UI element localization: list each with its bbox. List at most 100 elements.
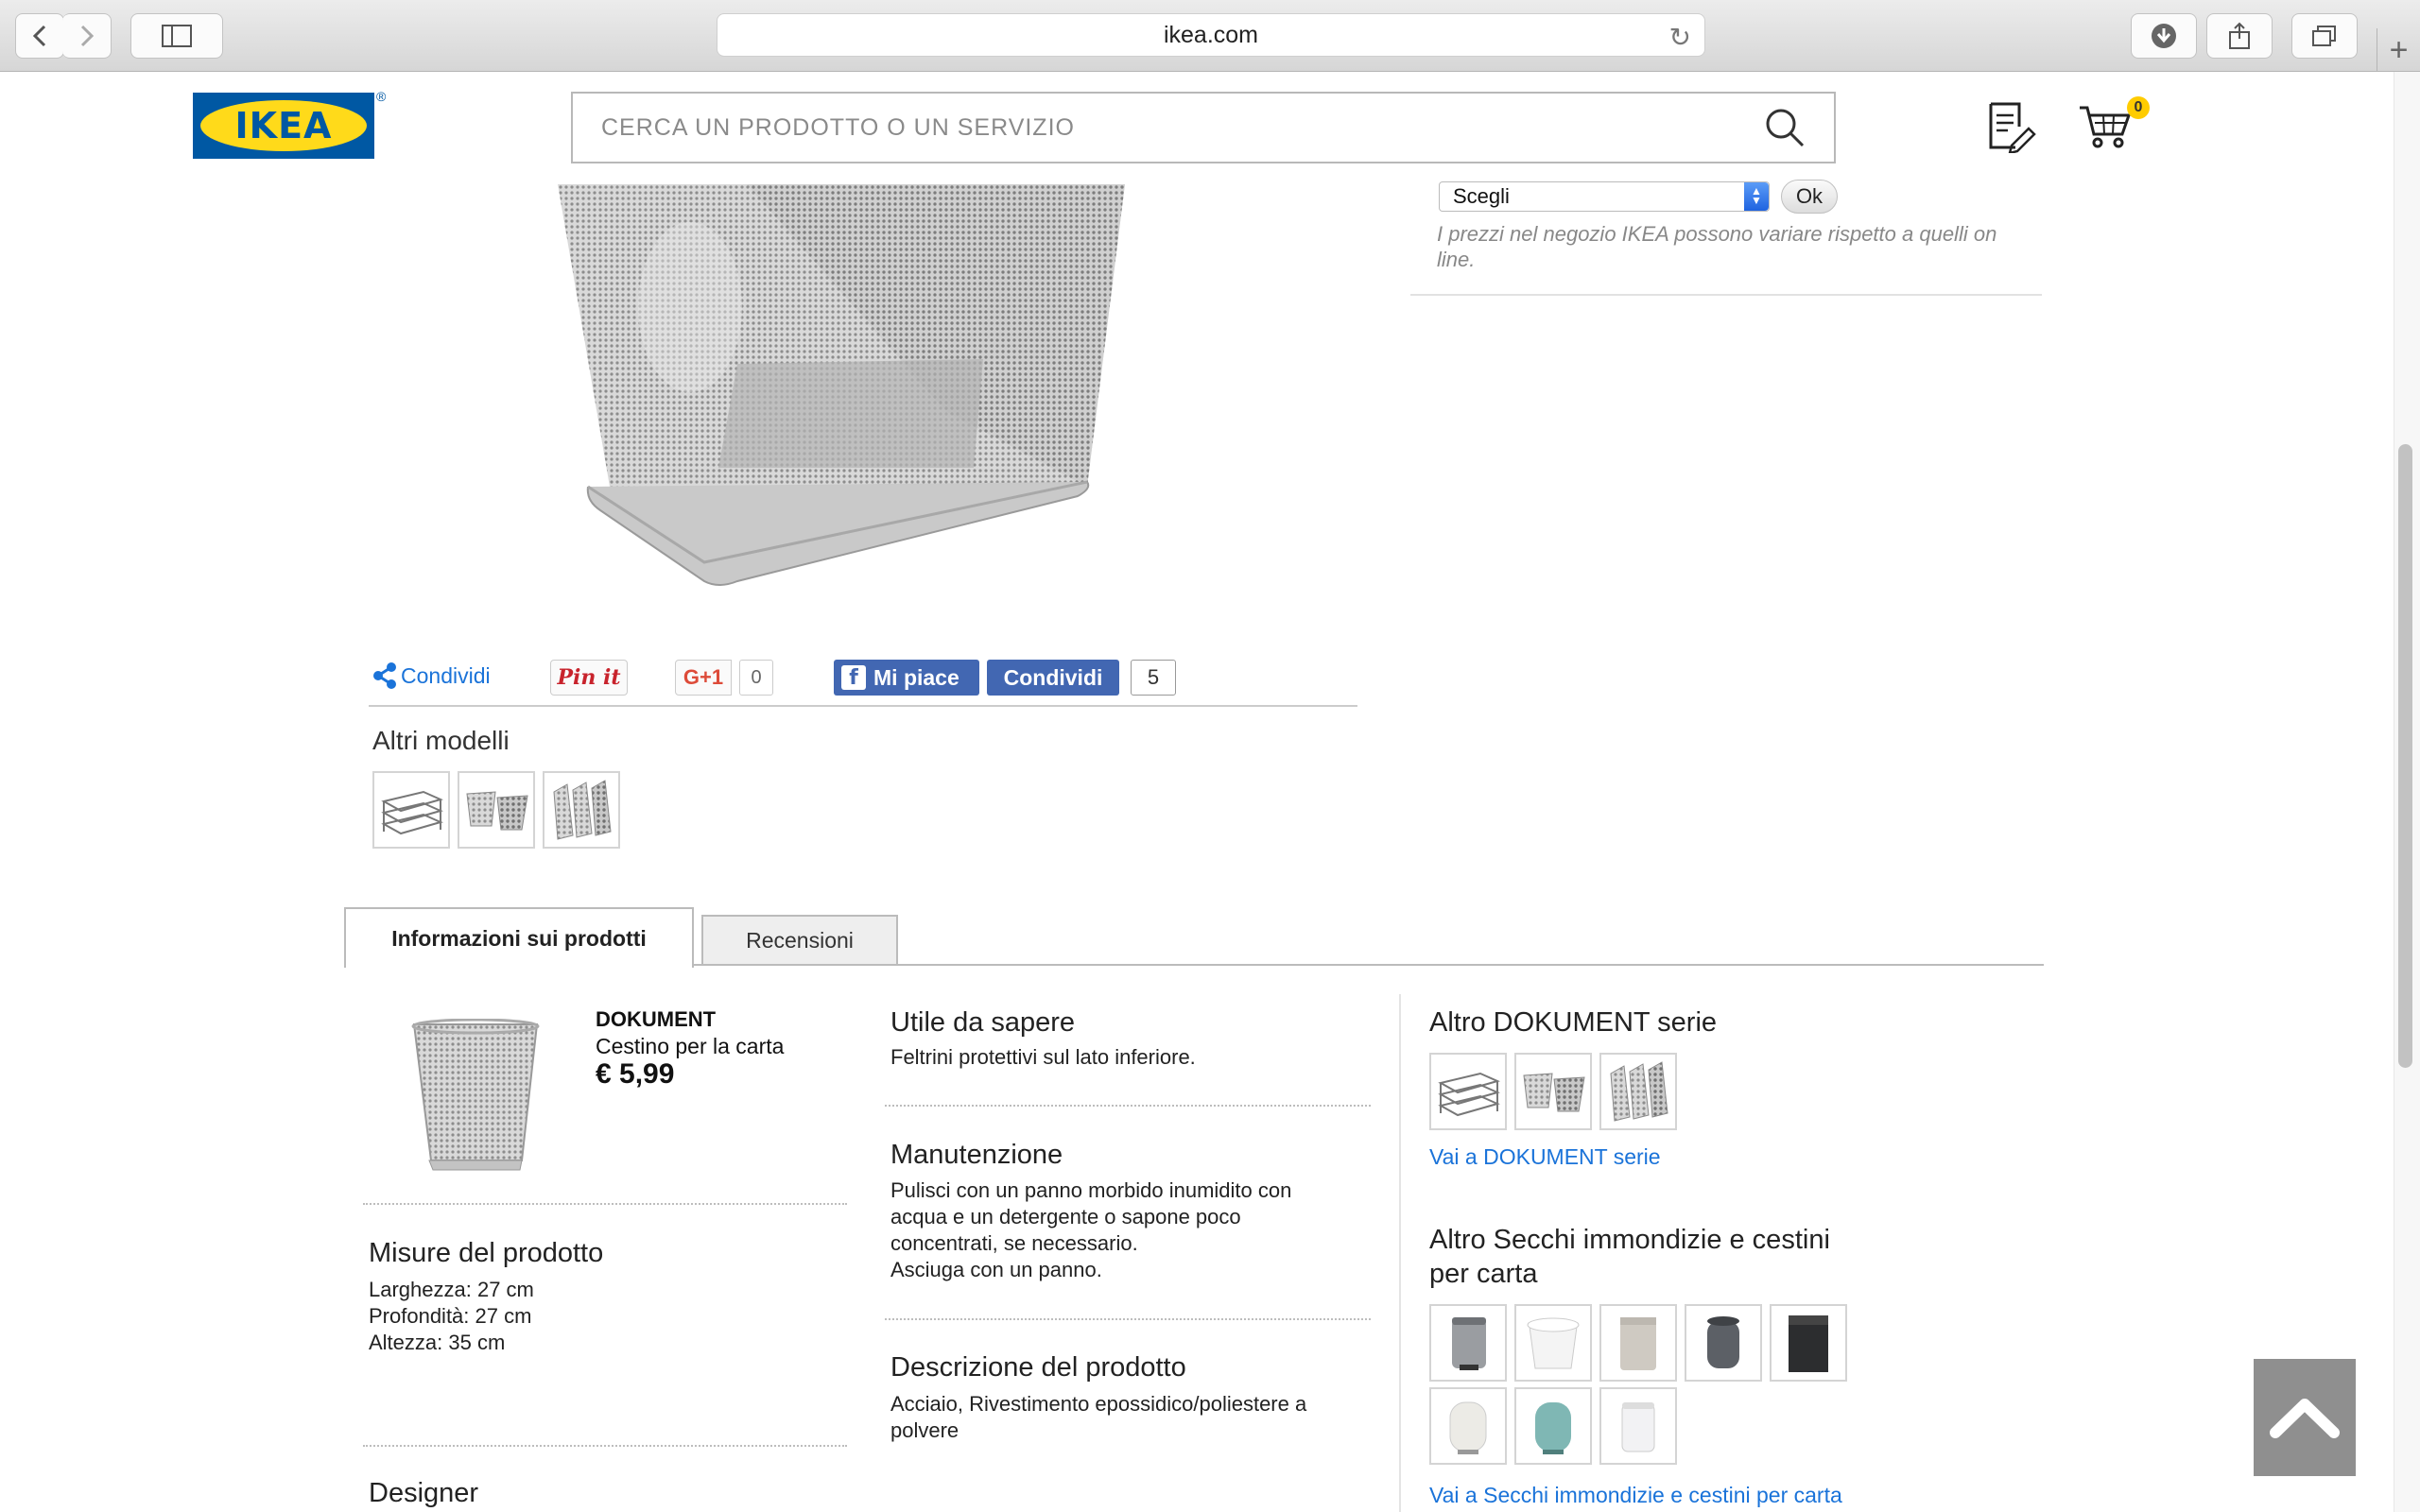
bin-thumb-white-small[interactable] xyxy=(1599,1387,1677,1465)
search-box xyxy=(571,92,1836,163)
forward-button[interactable] xyxy=(62,13,112,59)
wastebaskets-image xyxy=(466,791,528,831)
care-line-3: concentrati, se necessario. xyxy=(890,1231,1138,1255)
bin-thumb-black-square[interactable] xyxy=(1770,1304,1847,1382)
search-input[interactable] xyxy=(573,94,1707,162)
logo-text: IKEA xyxy=(200,100,367,151)
series-thumb-magazine[interactable] xyxy=(1599,1053,1677,1130)
bins-title-line-1: Altro Secchi immondizie e cestini xyxy=(1429,1225,1830,1255)
measure-height: Altezza: 35 cm xyxy=(369,1331,506,1354)
product-price: € 5,99 xyxy=(596,1058,675,1090)
ikea-logo[interactable]: IKEA xyxy=(193,93,374,159)
good-to-know-title: Utile da sapere xyxy=(890,1007,1076,1038)
bin-image xyxy=(1620,1317,1656,1370)
care-line-1: Pulisci con un panno morbido inumidito c… xyxy=(890,1178,1292,1202)
price-note: I prezzi nel negozio IKEA possono variar… xyxy=(1437,222,1997,271)
bin-thumb-steel-pedal[interactable] xyxy=(1429,1304,1507,1382)
care-title: Manutenzione xyxy=(890,1140,1063,1170)
divider xyxy=(363,1203,847,1205)
divider xyxy=(1410,294,2042,296)
product-thumbnail[interactable] xyxy=(405,1019,546,1181)
store-select[interactable]: Scegli ▲ ▼ xyxy=(1439,181,1770,212)
description-line-2: polvere xyxy=(890,1418,959,1442)
bin-thumb-turquoise[interactable] xyxy=(1514,1387,1592,1465)
measure-width: Larghezza: 27 cm xyxy=(369,1278,534,1301)
model-thumb-magazine[interactable] xyxy=(543,771,620,849)
bin-image xyxy=(1621,1402,1655,1452)
series-title: Altro DOKUMENT serie xyxy=(1429,1007,1718,1038)
back-to-top-button[interactable] xyxy=(2254,1359,2356,1476)
care-line-2: acqua e un detergente o sapone poco xyxy=(890,1205,1241,1228)
product-type: Cestino per la carta xyxy=(596,1034,785,1058)
divider xyxy=(363,1445,847,1447)
scrollbar-thumb[interactable] xyxy=(2398,444,2412,1068)
product-name: DOKUMENT xyxy=(596,1007,717,1031)
share-link[interactable]: Condividi xyxy=(372,662,491,690)
other-models-title: Altri modelli xyxy=(372,726,510,755)
store-select-value: Scegli xyxy=(1453,184,1510,208)
tab-reviews[interactable]: Recensioni xyxy=(701,915,898,964)
series-thumb-trays[interactable] xyxy=(1429,1053,1507,1130)
share-button[interactable] xyxy=(2206,13,2273,59)
tabs-button[interactable] xyxy=(2291,13,2358,59)
shopping-list-icon[interactable] xyxy=(1987,100,2036,153)
facebook-icon: f xyxy=(841,665,866,690)
measures-title: Misure del prodotto xyxy=(369,1238,604,1268)
measure-depth: Profondità: 27 cm xyxy=(369,1304,532,1328)
series-thumb-baskets[interactable] xyxy=(1514,1053,1592,1130)
bin-thumb-dark-round[interactable] xyxy=(1685,1304,1762,1382)
registered-mark: ® xyxy=(376,89,387,104)
description-title: Descrizione del prodotto xyxy=(890,1352,1186,1383)
download-icon xyxy=(2152,24,2176,48)
share-label: Condividi xyxy=(401,662,491,688)
description-line-1: Acciaio, Rivestimento epossidico/poliest… xyxy=(890,1392,1307,1416)
chevron-right-icon xyxy=(80,25,94,47)
bin-thumb-beige[interactable] xyxy=(1599,1304,1677,1382)
wastebaskets-image xyxy=(1523,1073,1585,1112)
product-image[interactable] xyxy=(529,184,1153,591)
browser-toolbar: ikea.com ↻ + xyxy=(0,0,2420,72)
tab-product-info[interactable]: Informazioni sui prodotti xyxy=(344,907,694,968)
reload-icon[interactable]: ↻ xyxy=(1669,22,1691,53)
facebook-like-button[interactable]: f Mi piace xyxy=(834,660,979,696)
sidebar-button[interactable] xyxy=(130,13,223,59)
bins-title-line-2: per carta xyxy=(1429,1259,1538,1289)
bin-image xyxy=(1707,1316,1739,1368)
new-tab-button[interactable]: + xyxy=(2377,28,2420,72)
back-button[interactable] xyxy=(15,13,64,59)
divider xyxy=(885,1318,1371,1320)
downloads-button[interactable] xyxy=(2131,13,2197,59)
letter-tray-image xyxy=(381,790,443,835)
bins-link[interactable]: Vai a Secchi immondizie e cestini per ca… xyxy=(1429,1482,1842,1508)
tabs-icon xyxy=(2312,26,2336,46)
divider xyxy=(885,1105,1371,1107)
letter-tray-image xyxy=(1438,1072,1500,1117)
sidebar-icon xyxy=(162,25,192,47)
pinterest-button[interactable]: Pin it xyxy=(550,660,628,696)
care-line-4: Asciuga con un panno. xyxy=(890,1258,1102,1281)
chevron-left-icon xyxy=(32,25,46,47)
google-plus-button[interactable]: G+1 xyxy=(675,660,732,696)
url-text: ikea.com xyxy=(1163,21,1259,48)
facebook-share-button[interactable]: Condividi xyxy=(987,660,1119,696)
model-thumb-trays[interactable] xyxy=(372,771,450,849)
facebook-like-label: Mi piace xyxy=(873,664,959,690)
bin-thumb-white-pedal[interactable] xyxy=(1429,1387,1507,1465)
bin-image xyxy=(1789,1315,1828,1372)
google-plus-count: 0 xyxy=(739,660,773,696)
magazine-file-image xyxy=(1610,1061,1668,1122)
share-icon xyxy=(2229,22,2250,49)
model-thumb-baskets[interactable] xyxy=(458,771,535,849)
bin-thumb-white-lid[interactable] xyxy=(1514,1304,1592,1382)
cart-icon[interactable] xyxy=(2078,102,2133,149)
search-icon[interactable] xyxy=(1764,107,1806,148)
product-tabs: Informazioni sui prodotti Recensioni xyxy=(344,907,2044,968)
ok-button[interactable]: Ok xyxy=(1781,180,1838,214)
good-to-know-text: Feltrini protettivi sul lato inferiore. xyxy=(890,1045,1196,1069)
bin-image xyxy=(1527,1317,1580,1369)
designer-title: Designer xyxy=(369,1478,479,1508)
share-row: Condividi Pin it G+1 0 f Mi piace Condiv… xyxy=(369,652,1357,707)
chevron-up-icon xyxy=(2270,1399,2340,1438)
series-link[interactable]: Vai a DOKUMENT serie xyxy=(1429,1143,1661,1170)
address-bar[interactable]: ikea.com ↻ xyxy=(717,13,1705,57)
